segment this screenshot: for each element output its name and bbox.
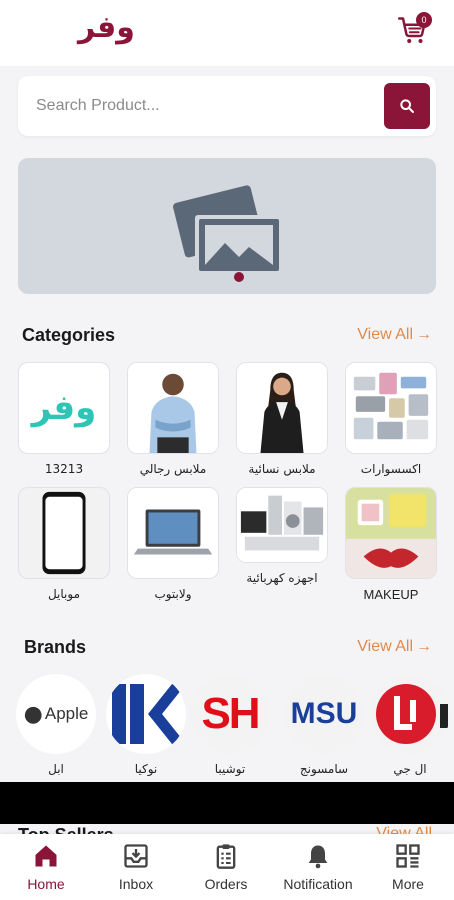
search-input[interactable] [36, 92, 376, 120]
cart-count-badge: 0 [416, 12, 432, 28]
category-label: موبايل [47, 587, 81, 601]
man-photo [128, 363, 218, 453]
top-bar: وفر 0 [0, 0, 454, 66]
nav-inbox[interactable]: Inbox [96, 840, 176, 892]
category-image [236, 362, 328, 454]
nav-home[interactable]: Home [6, 840, 86, 892]
category-item[interactable]: ولابتوب [127, 487, 219, 601]
brand-label: توشيبا [214, 762, 246, 776]
image-placeholder-icon [173, 185, 283, 282]
top-sellers-view-all-link[interactable]: View All [376, 824, 432, 834]
promo-banner[interactable] [18, 158, 436, 294]
category-item[interactable]: وفر 13213 [18, 362, 110, 476]
brand-logo-text: SH [201, 689, 260, 738]
category-image: وفر [18, 362, 110, 454]
category-label: ملابس نسائية [248, 462, 316, 476]
brand-logo-text: MSU [290, 697, 358, 730]
brand-logo: SH [190, 674, 270, 754]
brand-item[interactable]: نوكيا [106, 674, 186, 776]
apple-icon: ● [23, 701, 43, 727]
brand-label: ال جي [393, 762, 427, 776]
brand-logo: ● Apple [16, 674, 96, 754]
search-button[interactable] [384, 83, 430, 129]
category-image [127, 362, 219, 454]
app-logo: وفر [78, 10, 135, 45]
laptop-photo [133, 509, 213, 555]
mobile-photo [42, 491, 86, 575]
nav-label: Home [27, 876, 65, 892]
category-label: ولابتوب [154, 587, 192, 601]
accessories-photo [346, 363, 436, 453]
brand-item[interactable]: MSU سامسونج [284, 674, 364, 776]
arrow-right-icon: → [416, 638, 432, 655]
category-item[interactable]: ملابس رجالي [127, 362, 219, 476]
category-label: 13213 [44, 462, 84, 476]
nav-label: Inbox [118, 876, 154, 892]
bell-icon [308, 845, 328, 869]
inbox-icon [124, 844, 148, 868]
woman-photo [237, 363, 327, 453]
brand-label: نوكيا [134, 762, 158, 776]
nav-more[interactable]: More [368, 840, 448, 892]
lg-logo [376, 684, 448, 744]
brand-item[interactable]: ال جي [370, 674, 450, 776]
brand-item[interactable]: ● Apple ابل [16, 674, 96, 776]
category-image [127, 487, 219, 579]
category-label: اكسسوارات [360, 462, 422, 476]
category-image [236, 487, 328, 563]
arrow-right-icon: → [416, 326, 432, 343]
grid-icon [396, 844, 420, 868]
nav-orders[interactable]: Orders [186, 840, 266, 892]
nav-notification[interactable]: Notification [278, 840, 358, 892]
brand-logo [106, 674, 186, 754]
category-item[interactable]: MAKEUP [345, 487, 437, 602]
view-all-label: View All [357, 638, 413, 655]
search-bar [18, 76, 436, 136]
wafr-logo-image: وفر [31, 388, 97, 428]
brand-logo: MSU [284, 674, 364, 754]
top-sellers-title: Top Sellers [18, 824, 114, 834]
appliances-photo [237, 488, 327, 562]
brands-title: Brands [24, 637, 87, 657]
nokia-logo [112, 684, 186, 744]
system-overlay-bar [0, 782, 454, 824]
categories-title: Categories [22, 325, 116, 345]
category-label: ملابس رجالي [139, 462, 207, 476]
makeup-photo [346, 488, 436, 578]
category-image [18, 487, 110, 579]
brands-view-all-link[interactable]: View All → [357, 638, 432, 656]
category-item[interactable]: اكسسوارات [345, 362, 437, 476]
nav-label: Notification [283, 876, 353, 892]
brand-logo-text: Apple [44, 704, 89, 723]
home-icon [35, 845, 57, 867]
category-image [345, 362, 437, 454]
category-item[interactable]: اجهزه كهربائية [236, 487, 328, 585]
brand-item[interactable]: SH توشيبا [190, 674, 270, 776]
search-icon [400, 99, 414, 113]
brand-label: سامسونج [299, 762, 349, 776]
category-label: MAKEUP [363, 587, 419, 602]
brand-logo [370, 674, 450, 754]
cart-button[interactable]: 0 [398, 12, 432, 46]
bottom-navigation: Home Inbox Orders Notification More [0, 834, 454, 900]
view-all-label: View All [357, 326, 413, 343]
nav-label: Orders [204, 876, 248, 892]
brand-label: ابل [48, 762, 64, 776]
category-item[interactable]: ملابس نسائية [236, 362, 328, 476]
category-label: اجهزه كهربائية [246, 571, 318, 585]
nav-label: More [392, 876, 424, 892]
categories-view-all-link[interactable]: View All → [357, 326, 432, 344]
category-image [345, 487, 437, 579]
orders-icon [216, 844, 236, 869]
category-item[interactable]: موبايل [18, 487, 110, 601]
